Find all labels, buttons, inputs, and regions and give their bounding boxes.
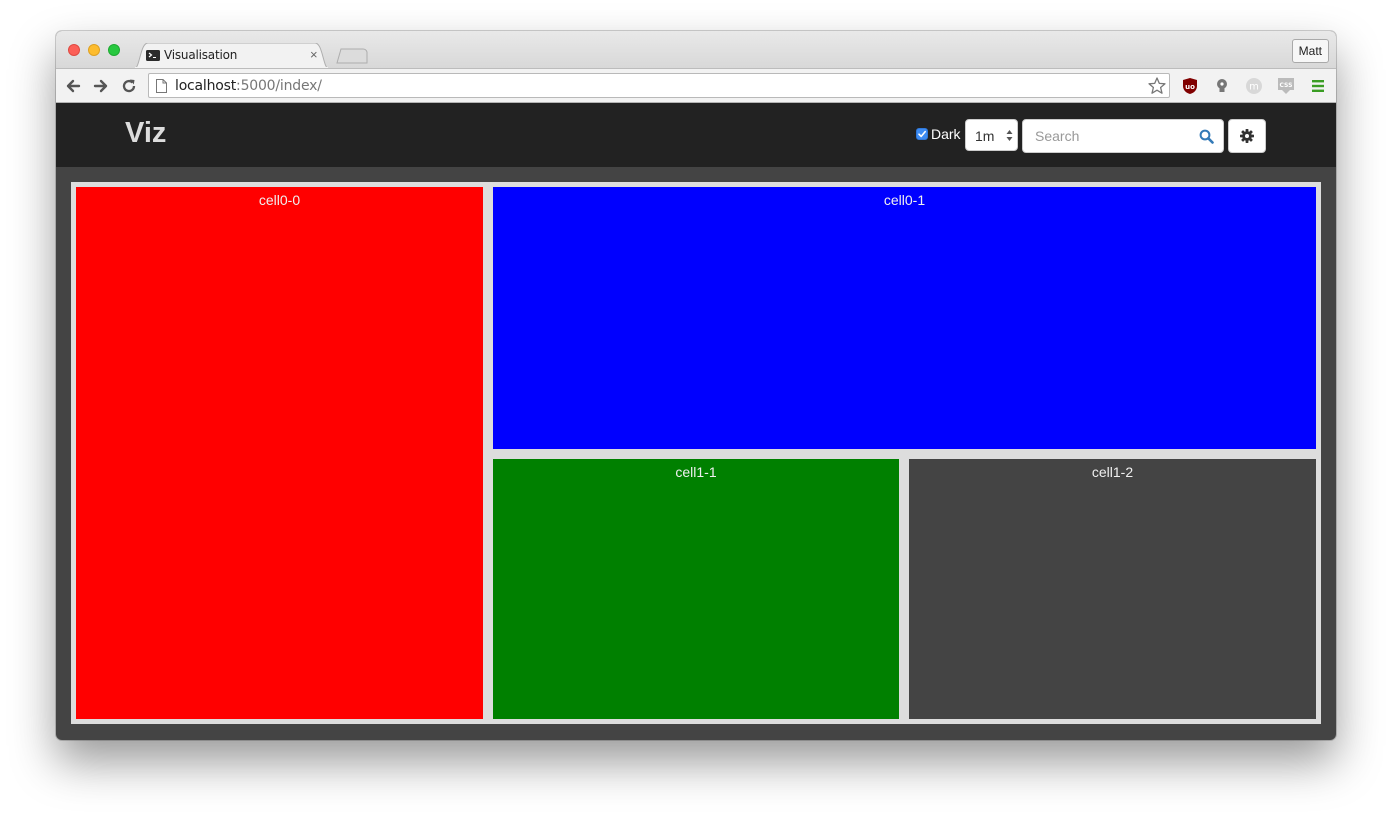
gear-icon — [1240, 129, 1254, 143]
interval-select[interactable]: 1m — [965, 119, 1018, 151]
brand-title[interactable]: Viz — [125, 117, 166, 150]
url-path: :5000/index/ — [236, 78, 322, 94]
url-host: localhost — [175, 78, 237, 94]
menu-icon[interactable] — [1309, 77, 1327, 95]
search-icon[interactable] — [1199, 129, 1214, 144]
svg-text:uo: uo — [1185, 83, 1195, 91]
app-navbar: Viz Dark 1m — [56, 103, 1336, 167]
browser-toolbar: localhost:5000/index/ uo m CSS — [56, 68, 1336, 103]
dark-checkbox[interactable] — [916, 128, 928, 140]
tab-strip: Visualisation × Matt — [56, 31, 1336, 69]
profile-button[interactable]: Matt — [1291, 39, 1329, 63]
new-tab-button[interactable] — [336, 48, 368, 64]
terminal-icon — [146, 50, 160, 61]
address-bar[interactable]: localhost:5000/index/ — [148, 73, 1170, 98]
browser-tab-active[interactable]: Visualisation × — [134, 43, 329, 69]
zoom-window-button[interactable] — [108, 44, 120, 56]
dark-label: Dark — [931, 126, 961, 142]
ublock-icon[interactable]: uo — [1181, 77, 1199, 95]
url-text: localhost:5000/index/ — [175, 78, 322, 94]
cell-1-2[interactable]: cell1-2 — [909, 459, 1316, 719]
cell-label: cell0-1 — [883, 192, 926, 208]
minimize-window-button[interactable] — [88, 44, 100, 56]
search-input[interactable] — [1023, 120, 1205, 152]
svg-text:m: m — [1249, 82, 1259, 93]
svg-text:CSS: CSS — [1280, 82, 1293, 89]
forward-arrow-icon[interactable] — [92, 77, 110, 95]
cell-label: cell1-1 — [675, 464, 717, 480]
browser-window: Visualisation × Matt localhost:5000/inde… — [56, 31, 1336, 740]
tab-close-icon[interactable]: × — [310, 47, 318, 63]
tab-title: Visualisation — [164, 48, 238, 62]
page-icon — [156, 79, 167, 93]
bookmark-star-icon[interactable] — [1147, 76, 1167, 96]
lightbulb-icon[interactable] — [1213, 77, 1231, 95]
select-arrows-icon — [1006, 130, 1013, 141]
cell-0-0[interactable]: cell0-0 — [76, 187, 483, 719]
cell-0-1[interactable]: cell0-1 — [493, 187, 1316, 449]
m-extension-icon[interactable]: m — [1245, 77, 1263, 95]
cell-label: cell1-2 — [1091, 464, 1134, 480]
settings-button[interactable] — [1228, 119, 1266, 153]
cell-1-1[interactable]: cell1-1 — [493, 459, 899, 719]
interval-value: 1m — [975, 128, 995, 144]
cell-label: cell0-0 — [258, 192, 301, 208]
cell-grid: cell0-0 cell0-1 cell1-1 cell1-2 — [71, 182, 1321, 724]
search-box[interactable] — [1022, 119, 1224, 153]
close-window-button[interactable] — [68, 44, 80, 56]
css-extension-icon[interactable]: CSS — [1277, 77, 1295, 95]
back-arrow-icon[interactable] — [64, 77, 82, 95]
reload-icon[interactable] — [120, 77, 138, 95]
check-icon — [918, 130, 926, 138]
dark-toggle[interactable]: Dark — [916, 126, 961, 142]
